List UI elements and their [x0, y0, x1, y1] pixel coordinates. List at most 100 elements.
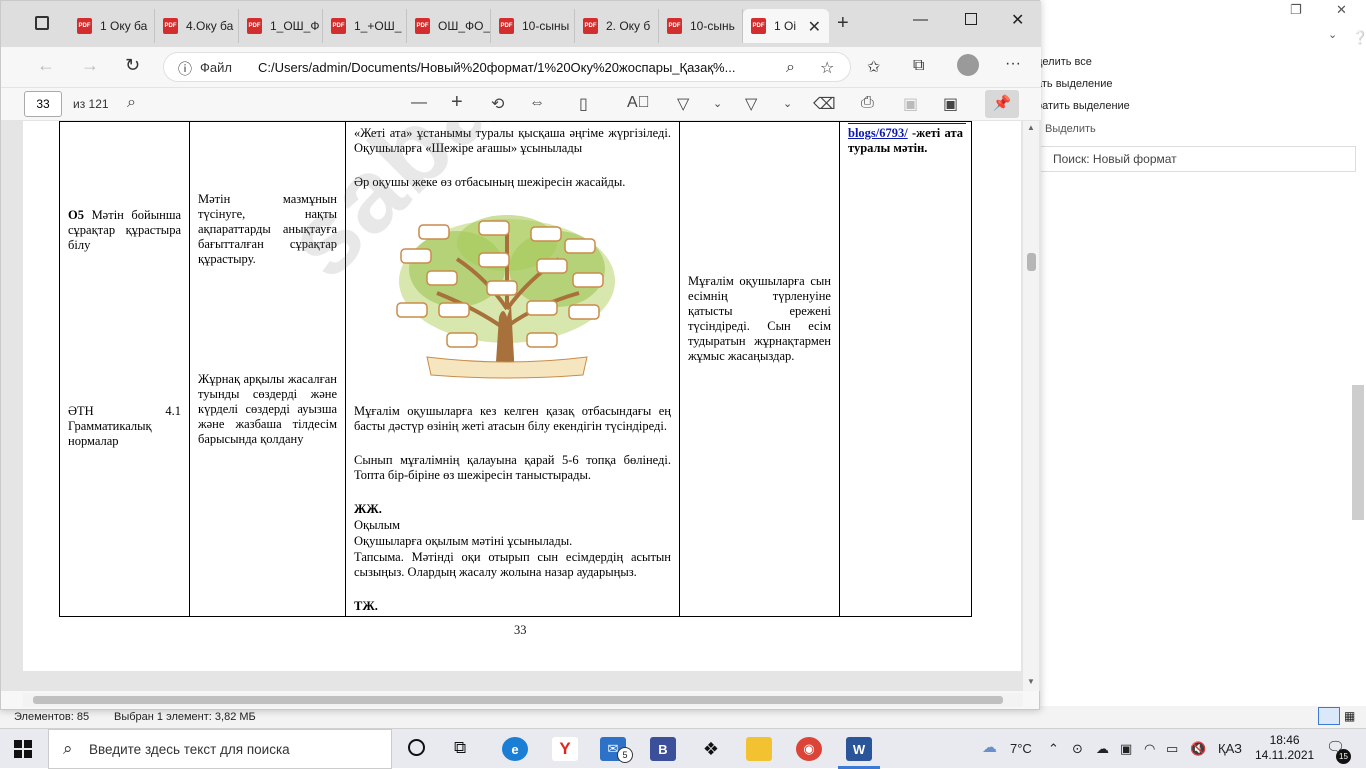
activity-text-7: Тапсыма. Мәтінді оқи отырып сын есімдерд…	[354, 550, 671, 579]
rotate-icon[interactable]: ⟲	[491, 94, 504, 114]
tiles-view-icon[interactable]: ▦	[1344, 709, 1355, 723]
more-menu-icon[interactable]: ···	[1005, 55, 1021, 73]
edge-app-icon[interactable]: e	[502, 737, 528, 761]
explorer-selection-info: Выбран 1 элемент: 3,82 МБ	[114, 711, 256, 723]
dropbox-app-icon[interactable]: ❖	[698, 737, 724, 761]
show-hidden-icons-chevron-icon[interactable]: ⌃	[1048, 741, 1059, 757]
temperature[interactable]: 7°C	[1010, 741, 1032, 756]
activity-text-6: Оқушыларға оқылым мәтіні ұсынылады.	[354, 534, 573, 548]
details-view-icon[interactable]	[1318, 707, 1340, 725]
pdf-icon: PDF	[667, 18, 682, 34]
explorer-expand-icon[interactable]: ⌄	[1328, 28, 1337, 41]
tab-2[interactable]: PDF 4.Оку ба	[155, 9, 239, 43]
tab-6[interactable]: PDF 10-сыны	[491, 9, 575, 43]
highlight-chevron-icon[interactable]: ⌄	[713, 97, 722, 110]
horizontal-scroll-thumb[interactable]	[33, 696, 1003, 704]
scroll-down-icon[interactable]: ▼	[1027, 677, 1035, 686]
file-explorer-app-icon[interactable]	[746, 737, 772, 761]
add-favorite-icon[interactable]: ☆	[820, 58, 834, 78]
tab-8[interactable]: PDF 10-сынь	[659, 9, 743, 43]
taskbar-search-box[interactable]: ⌕ Введите здесь текст для поиска	[48, 729, 392, 769]
explorer-restore-icon[interactable]: ❐	[1290, 2, 1302, 18]
address-bar[interactable]: ⓘ Файл C:/Users/admin/Documents/Новый%20…	[163, 52, 851, 82]
explorer-search-input[interactable]: Поиск: Новый формат	[1040, 146, 1356, 172]
resource-link[interactable]: blogs/6793/	[848, 126, 908, 140]
forward-icon[interactable]: →	[81, 55, 99, 76]
battery-icon[interactable]: ▭	[1166, 741, 1178, 757]
explorer-help-icon[interactable]: ❔	[1352, 30, 1366, 46]
table-cell: blogs/6793/ -жеті ата туралы мәтін.	[839, 121, 972, 617]
word-app-icon[interactable]: W	[846, 737, 872, 761]
criteria-text-1: Мәтін мазмұнын түсінуге, нақты ақпаратта…	[198, 192, 337, 266]
profile-avatar[interactable]	[957, 54, 979, 76]
url-text[interactable]: C:/Users/admin/Documents/Новый%20формат/…	[258, 60, 758, 75]
zoom-icon[interactable]: ⌕	[786, 59, 795, 77]
tray-app-icon-2[interactable]: ▣	[1120, 741, 1132, 757]
explorer-select-all[interactable]: делить все	[1036, 56, 1092, 68]
cortana-icon[interactable]	[408, 739, 425, 756]
save-as-icon[interactable]: ▣	[943, 94, 958, 114]
back-icon[interactable]: ←	[37, 55, 55, 76]
maximize-icon[interactable]	[965, 13, 977, 25]
print-icon[interactable]: ⎙	[861, 94, 874, 112]
tab-1[interactable]: PDF 1 Оку ба	[69, 9, 155, 43]
draw-chevron-icon[interactable]: ⌄	[783, 97, 792, 110]
tab-7[interactable]: PDF 2. Оку б	[575, 9, 659, 43]
wifi-icon[interactable]: ◠	[1144, 741, 1155, 757]
activity-text-3: Мұғалім оқушыларға кез келген қазақ отба…	[354, 404, 671, 433]
tab-4[interactable]: PDF 1_+ОШ_	[323, 9, 407, 43]
weather-icon[interactable]: ☁	[982, 738, 997, 756]
zoom-in-icon[interactable]: +	[451, 91, 463, 114]
explorer-scrollbar-thumb[interactable]	[1352, 385, 1364, 520]
pdf-icon: PDF	[77, 18, 92, 34]
read-aloud-icon[interactable]: A⃝	[627, 94, 650, 112]
onedrive-icon[interactable]: ☁	[1096, 741, 1109, 757]
favorites-icon[interactable]: ✩	[867, 57, 880, 77]
taskbar: ⌕ Введите здесь текст для поиска ⧉ e Y ✉…	[0, 728, 1366, 769]
pdf-viewport[interactable]: О5 Мәтін бойынша сұрақтар құрастыра білу…	[1, 121, 1041, 691]
highlight-icon[interactable]: ▽	[677, 94, 689, 114]
windows-start-icon[interactable]	[14, 740, 32, 758]
language-indicator[interactable]: ҚАЗ	[1218, 741, 1242, 756]
collections-icon[interactable]: ⧉	[913, 57, 924, 75]
objective-o5: О5 Мәтін бойынша сұрақтар құрастыра білу	[68, 208, 181, 252]
tab-5[interactable]: PDF ОШ_ФО_	[407, 9, 491, 43]
explorer-close-icon[interactable]: ✕	[1336, 2, 1347, 18]
clock[interactable]: 18:46 14.11.2021	[1255, 733, 1314, 763]
tab-actions-icon[interactable]	[35, 16, 49, 30]
task-view-icon[interactable]: ⧉	[454, 738, 466, 758]
explorer-invert-selection[interactable]: ратить выделение	[1036, 100, 1130, 112]
new-tab-icon[interactable]: +	[837, 12, 849, 35]
tab-active[interactable]: PDF 1 Оі ✕	[743, 9, 829, 43]
tab-label: 1_+ОШ_	[354, 19, 402, 33]
pin-toolbar-icon[interactable]: 📌	[985, 90, 1019, 118]
scroll-up-icon[interactable]: ▲	[1027, 123, 1035, 132]
close-window-icon[interactable]: ✕	[1011, 10, 1024, 30]
horizontal-scrollbar[interactable]	[23, 693, 1023, 707]
tray-app-icon[interactable]: ⊙	[1072, 741, 1083, 757]
vk-app-icon[interactable]: B	[650, 737, 676, 761]
explorer-deselect[interactable]: ать выделение	[1036, 78, 1113, 90]
minimize-icon[interactable]: —	[913, 11, 928, 28]
search-icon[interactable]: ⌕	[127, 94, 136, 112]
chrome-app-icon[interactable]: ◉	[796, 737, 822, 761]
table-cell: О5 Мәтін бойынша сұрақтар құрастыра білу…	[59, 121, 190, 617]
page-total: из 121	[73, 97, 109, 111]
volume-muted-icon[interactable]: 🔇	[1190, 741, 1206, 757]
url-scheme-label: Файл	[200, 60, 232, 75]
fit-width-icon[interactable]: ⇔	[529, 94, 545, 112]
draw-icon[interactable]: ▽	[745, 94, 757, 114]
vertical-scrollbar[interactable]: ▲ ▼	[1023, 121, 1039, 691]
refresh-icon[interactable]: ↻	[125, 55, 140, 76]
zoom-out-icon[interactable]: —	[411, 94, 427, 112]
tab-close-icon[interactable]: ✕	[808, 17, 821, 37]
yandex-app-icon[interactable]: Y	[552, 737, 578, 761]
eraser-icon[interactable]: ⌫	[813, 94, 836, 114]
page-number-input[interactable]	[24, 91, 62, 117]
criteria-text-2: Жұрнақ арқылы жасалған туынды сөздерді ж…	[198, 372, 337, 446]
page-view-icon[interactable]: ▯	[579, 94, 588, 114]
info-icon[interactable]: ⓘ	[178, 59, 192, 79]
vertical-scroll-thumb[interactable]	[1027, 253, 1036, 271]
save-icon[interactable]: ▣	[903, 94, 918, 114]
tab-3[interactable]: PDF 1_ОШ_Ф	[239, 9, 323, 43]
